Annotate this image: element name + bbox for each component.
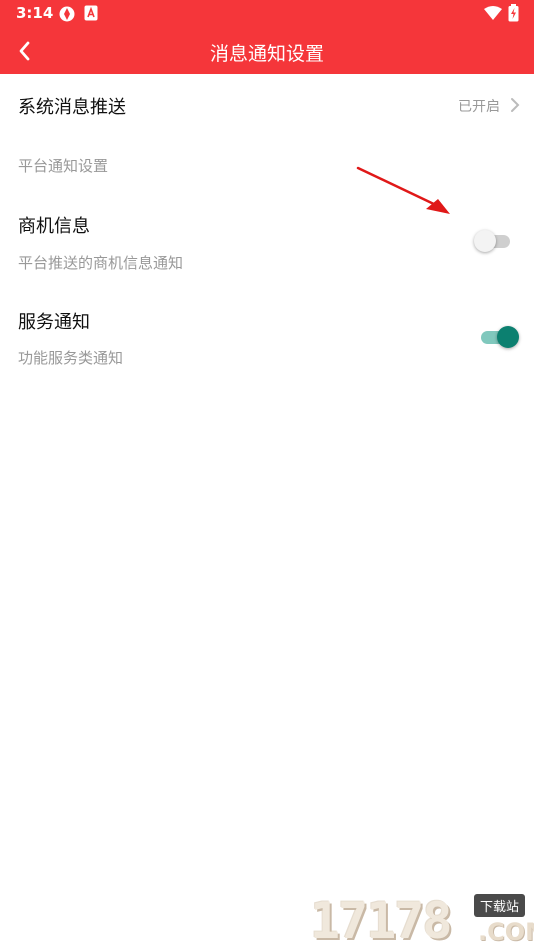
service-notice-toggle[interactable]	[479, 325, 519, 349]
business-info-toggle[interactable]	[474, 229, 514, 253]
page-title: 消息通知设置	[209, 43, 324, 65]
toggle-thumb	[497, 326, 519, 348]
app-notification-icon	[84, 5, 98, 21]
app-bar: 消息通知设置	[0, 28, 534, 74]
system-push-row[interactable]: 系统消息推送	[0, 74, 534, 136]
status-bar: 3:14	[0, 0, 534, 28]
chevron-right-icon	[511, 98, 520, 112]
battery-charging-icon	[508, 4, 519, 22]
business-info-label: 商机信息	[18, 216, 90, 237]
service-notice-description: 功能服务类通知	[18, 349, 124, 367]
toggle-thumb	[474, 230, 496, 252]
wifi-icon	[484, 6, 502, 20]
watermark-badge: 下载站	[474, 894, 526, 917]
system-push-label: 系统消息推送	[18, 97, 126, 118]
watermark-suffix: .COM	[478, 918, 534, 946]
system-push-status: 已开启	[458, 99, 500, 115]
section-header: 平台通知设置	[18, 157, 109, 175]
sync-icon	[59, 6, 75, 22]
watermark-digits: 17178	[310, 892, 453, 950]
service-notice-label: 服务通知	[18, 312, 90, 333]
service-notice-row: 服务通知 功能服务类通知	[0, 298, 534, 378]
business-info-description: 平台推送的商机信息通知	[18, 254, 184, 272]
annotation-arrow-icon	[356, 166, 450, 214]
status-time: 3:14	[16, 4, 54, 22]
watermark: 17178 下载站 .COM	[310, 892, 534, 950]
